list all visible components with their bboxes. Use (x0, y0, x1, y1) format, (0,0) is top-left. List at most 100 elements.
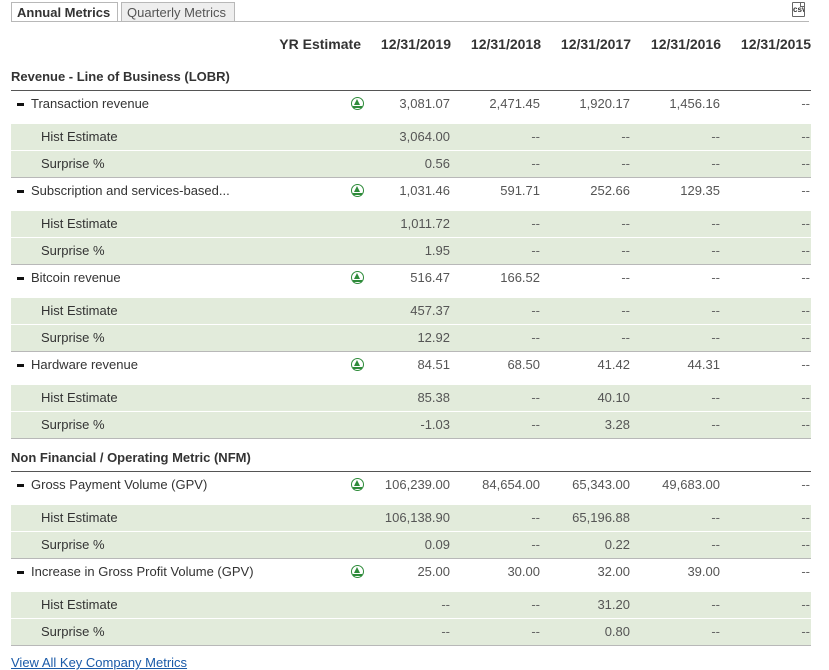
metric-row: Hardware revenue 84.51 68.50 41.42 44.31 -- (11, 352, 811, 385)
cell-value: -- (711, 129, 720, 144)
cell-value: 591.71 (500, 183, 540, 198)
surprise-row: Surprise % -- -- 0.80 -- -- (11, 619, 811, 646)
cell-value: -- (531, 156, 540, 171)
cell-value: -- (531, 417, 540, 432)
surprise-row: Surprise % 12.92 -- -- -- -- (11, 325, 811, 352)
cell-value: -- (801, 597, 810, 612)
cell-value: 84,654.00 (482, 477, 540, 492)
hist-estimate-row: Hist Estimate 85.38 -- 40.10 -- -- (11, 385, 811, 412)
row-divider (11, 438, 811, 439)
metric-row: Transaction revenue 3,081.07 2,471.45 1,920… (11, 91, 811, 124)
metric-name: Increase in Gross Profit Volume (GPV) (31, 564, 254, 579)
cell-value: -- (711, 510, 720, 525)
cell-value: 166.52 (500, 270, 540, 285)
cell-value: -- (711, 243, 720, 258)
cell-value: -- (711, 330, 720, 345)
cell-value: 30.00 (507, 564, 540, 579)
cell-value: -- (621, 156, 630, 171)
cell-value: -- (711, 303, 720, 318)
cell-value: 44.31 (687, 357, 720, 372)
cell-value: 106,138.90 (384, 510, 450, 525)
section-title: Non Financial / Operating Metric (NFM) (11, 450, 251, 465)
collapse-icon[interactable] (17, 190, 24, 193)
cell-value: 3,081.07 (399, 96, 450, 111)
cell-value: 41.42 (597, 357, 630, 372)
cell-value: 49,683.00 (662, 477, 720, 492)
cell-value: 68.50 (507, 357, 540, 372)
cell-value: 25.00 (417, 564, 450, 579)
cell-value: -- (801, 96, 810, 111)
cell-value: -- (801, 243, 810, 258)
surprise-row: Surprise % 0.56 -- -- -- -- (11, 151, 811, 178)
cell-value: -- (801, 156, 810, 171)
sub-row-label: Surprise % (41, 330, 105, 345)
collapse-icon[interactable] (17, 364, 24, 367)
collapse-icon[interactable] (17, 277, 24, 280)
metric-name: Gross Payment Volume (GPV) (31, 477, 208, 492)
cell-value: 457.37 (410, 303, 450, 318)
cell-value: -- (531, 129, 540, 144)
cell-value: -- (801, 303, 810, 318)
cell-value: -- (801, 330, 810, 345)
surprise-row: Surprise % 1.95 -- -- -- -- (11, 238, 811, 265)
tab-annual-metrics[interactable]: Annual Metrics (11, 2, 118, 22)
column-header: 12/31/2015 (740, 36, 811, 52)
cell-value: 84.51 (417, 357, 450, 372)
cell-value: 1.95 (424, 243, 450, 258)
hist-estimate-row: Hist Estimate 457.37 -- -- -- -- (11, 298, 811, 325)
tab-quarterly-metrics[interactable]: Quarterly Metrics (121, 2, 235, 22)
cell-value: -- (531, 624, 540, 639)
csv-icon[interactable]: csv (792, 2, 805, 17)
hist-estimate-row: Hist Estimate -- -- 31.20 -- -- (11, 592, 811, 619)
cell-value: 12.92 (417, 330, 450, 345)
metric-row: Bitcoin revenue 516.47 166.52 -- -- -- (11, 265, 811, 298)
cell-value: -1.03 (420, 417, 450, 432)
cell-value: -- (531, 537, 540, 552)
cell-value: 40.10 (597, 390, 630, 405)
cell-value: -- (711, 270, 720, 285)
cell-value: -- (801, 564, 810, 579)
collapse-icon[interactable] (17, 571, 24, 574)
cell-value: 0.09 (424, 537, 450, 552)
cell-value: -- (621, 216, 630, 231)
cell-value: 2,471.45 (489, 96, 540, 111)
cell-value: -- (441, 624, 450, 639)
tab-divider (11, 21, 809, 22)
cell-value: -- (711, 417, 720, 432)
sub-row-label: Hist Estimate (41, 216, 118, 231)
cell-value: 85.38 (417, 390, 450, 405)
cell-value: -- (801, 417, 810, 432)
cell-value: -- (621, 129, 630, 144)
sub-row-label: Hist Estimate (41, 303, 118, 318)
row-divider (11, 645, 811, 646)
cell-value: 0.80 (604, 624, 630, 639)
cell-value: -- (801, 216, 810, 231)
sub-row-label: Surprise % (41, 537, 105, 552)
cell-value: 516.47 (410, 270, 450, 285)
metric-row: Gross Payment Volume (GPV) 106,239.00 84,6… (11, 472, 811, 505)
cell-value: 0.56 (424, 156, 450, 171)
collapse-icon[interactable] (17, 484, 24, 487)
cell-value: -- (711, 537, 720, 552)
hist-estimate-row: Hist Estimate 106,138.90 -- 65,196.88 -- -- (11, 505, 811, 532)
cell-value: -- (621, 270, 630, 285)
cell-value: 1,920.17 (579, 96, 630, 111)
cell-value: 65,196.88 (572, 510, 630, 525)
view-all-metrics-link[interactable]: View All Key Company Metrics (11, 655, 187, 670)
sub-row-label: Surprise % (41, 156, 105, 171)
cell-value: 0.22 (604, 537, 630, 552)
sub-row-label: Surprise % (41, 243, 105, 258)
cell-value: 32.00 (597, 564, 630, 579)
cell-value: 252.66 (590, 183, 630, 198)
hist-estimate-row: Hist Estimate 3,064.00 -- -- -- -- (11, 124, 811, 151)
cell-value: -- (801, 270, 810, 285)
cell-value: -- (711, 624, 720, 639)
cell-value: -- (621, 303, 630, 318)
cell-value: 65,343.00 (572, 477, 630, 492)
collapse-icon[interactable] (17, 103, 24, 106)
cell-value: -- (711, 390, 720, 405)
cell-value: -- (711, 597, 720, 612)
sub-row-label: Hist Estimate (41, 129, 118, 144)
metric-name: Bitcoin revenue (31, 270, 121, 285)
cell-value: -- (801, 357, 810, 372)
